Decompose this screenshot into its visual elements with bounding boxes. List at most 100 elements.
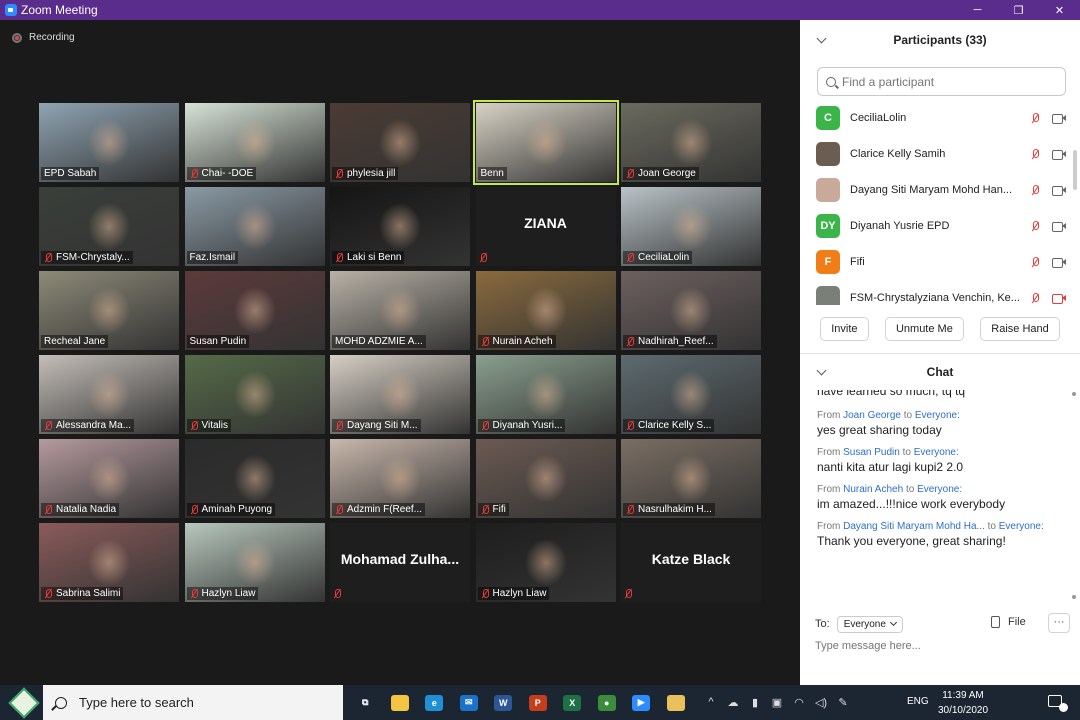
video-tile[interactable]: Nadhirah_Reef... <box>621 271 761 350</box>
invite-button[interactable]: Invite <box>820 317 869 341</box>
video-off-icon[interactable] <box>1052 293 1066 304</box>
tray-icon[interactable]: ▣ <box>766 696 788 709</box>
video-tile[interactable]: MOHD ADZMIE A... <box>330 271 470 350</box>
participant-row[interactable]: FSM-Chrystalyziana Venchin, Ke... <box>800 280 1080 305</box>
muted-mic-icon[interactable] <box>1031 221 1040 232</box>
taskbar-task-view-button[interactable]: ⧉ <box>348 685 383 720</box>
participant-name-label: Sabrina Salimi <box>41 587 124 600</box>
muted-mic-icon[interactable] <box>1031 257 1040 268</box>
video-tile[interactable]: Hazlyn Liaw <box>475 523 616 602</box>
taskbar-search[interactable]: Type here to search <box>43 685 343 720</box>
tray-icon[interactable]: ▮ <box>744 696 766 709</box>
video-tile[interactable]: phylesia jill <box>330 103 470 182</box>
video-tile[interactable]: Adzmin F(Reef... <box>330 439 470 518</box>
close-button[interactable]: ✕ <box>1039 0 1080 20</box>
taskbar-zoom-button[interactable]: ▶ <box>624 685 659 720</box>
message-recipient[interactable]: Everyone: <box>915 410 960 421</box>
raise-hand-button[interactable]: Raise Hand <box>980 317 1060 341</box>
muted-mic-icon[interactable] <box>1031 113 1040 124</box>
video-tile[interactable]: Nasrulhakim H... <box>621 439 761 518</box>
video-tile[interactable]: Recheal Jane <box>39 271 179 350</box>
file-button[interactable]: File <box>991 616 1026 628</box>
message-recipient[interactable]: Everyone: <box>917 484 962 495</box>
more-options-button[interactable]: ··· <box>1048 613 1070 633</box>
start-button[interactable] <box>6 685 42 720</box>
tray-icon[interactable]: ◠ <box>788 696 810 709</box>
taskbar-file-explorer-button[interactable] <box>383 685 418 720</box>
message-sender[interactable]: Dayang Siti Maryam Mohd Ha... <box>843 521 985 532</box>
taskbar-edge-button[interactable]: e <box>417 685 452 720</box>
video-camera-icon[interactable] <box>1052 149 1066 160</box>
message-recipient[interactable]: Everyone: <box>914 447 959 458</box>
video-tile[interactable]: Fifi <box>475 439 616 518</box>
video-tile[interactable]: Nurain Acheh <box>475 271 616 350</box>
participants-header[interactable]: Participants (33) <box>800 21 1080 59</box>
participant-row[interactable]: Clarice Kelly Samih <box>800 136 1080 172</box>
message-sender[interactable]: Nurain Acheh <box>843 484 903 495</box>
maximize-button[interactable]: ❐ <box>998 0 1039 20</box>
video-tile[interactable]: Benn <box>472 100 619 185</box>
taskbar-excel-button[interactable]: X <box>555 685 590 720</box>
taskbar-word-button[interactable]: W <box>486 685 521 720</box>
video-tile[interactable]: Clarice Kelly S... <box>621 355 761 434</box>
video-tile[interactable]: Diyanah Yusri... <box>475 355 616 434</box>
muted-mic-icon[interactable] <box>1031 185 1040 196</box>
recipient-dropdown[interactable]: Everyone <box>836 615 903 633</box>
video-tile[interactable]: Katze Black <box>621 523 761 602</box>
minimize-button[interactable]: ─ <box>957 0 998 20</box>
video-tile[interactable]: Joan George <box>621 103 761 182</box>
video-camera-icon[interactable] <box>1052 257 1066 268</box>
chat-scroll-down[interactable] <box>1072 595 1076 599</box>
participant-row[interactable]: Dayang Siti Maryam Mohd Han... <box>800 172 1080 208</box>
participant-search-input[interactable] <box>842 74 1042 89</box>
video-tile[interactable]: Laki si Benn <box>330 187 470 266</box>
tray-icon[interactable]: ✎ <box>832 696 854 709</box>
video-tile[interactable]: CeciliaLolin <box>621 187 761 266</box>
chevron-down-icon[interactable] <box>816 365 827 376</box>
tray-icon[interactable]: ☁ <box>722 696 744 709</box>
taskbar-files-button[interactable] <box>659 685 694 720</box>
muted-mic-icon[interactable] <box>1031 293 1040 304</box>
video-tile[interactable]: Natalia Nadia <box>39 439 179 518</box>
chat-scroll-up[interactable] <box>1072 392 1076 396</box>
taskbar-mail-button[interactable]: ✉ <box>452 685 487 720</box>
message-sender[interactable]: Joan George <box>843 410 901 421</box>
video-tile[interactable]: FSM-Chrystaly... <box>39 187 179 266</box>
video-camera-icon[interactable] <box>1052 185 1066 196</box>
message-recipient[interactable]: Everyone: <box>999 521 1044 532</box>
video-tile[interactable]: EPD Sabah <box>39 103 179 182</box>
muted-mic-icon[interactable] <box>1031 149 1040 160</box>
tray-icon[interactable]: ^ <box>700 696 722 709</box>
video-tile[interactable]: Dayang Siti M... <box>330 355 470 434</box>
participant-row[interactable]: F Fifi <box>800 244 1080 280</box>
tray-icon[interactable]: ◁) <box>810 696 832 709</box>
chat-message-input[interactable] <box>815 640 1065 652</box>
participants-scrollbar[interactable] <box>1073 150 1077 190</box>
video-tile[interactable]: Vitalis <box>184 355 325 434</box>
taskbar-chrome-button[interactable]: ● <box>590 685 625 720</box>
message-sender[interactable]: Susan Pudin <box>843 447 900 458</box>
video-camera-icon[interactable] <box>1052 113 1066 124</box>
chat-header[interactable]: Chat <box>800 353 1080 391</box>
participant-row[interactable]: DY Diyanah Yusrie EPD <box>800 208 1080 244</box>
system-tray: ^ ☁ ▮ ▣ ◠ ◁) ✎ ENG 11:39 AM 30/10/2020 <box>700 685 1080 720</box>
video-tile[interactable]: Faz.Ismail <box>184 187 325 266</box>
participant-search[interactable] <box>817 67 1066 96</box>
recording-indicator[interactable]: Recording <box>12 32 75 43</box>
participant-row[interactable]: C CeciliaLolin <box>800 100 1080 136</box>
video-tile[interactable]: Sabrina Salimi <box>39 523 179 602</box>
taskbar-powerpoint-button[interactable]: P <box>521 685 556 720</box>
video-tile[interactable]: Hazlyn Liaw <box>184 523 325 602</box>
clock[interactable]: 11:39 AM 30/10/2020 <box>936 688 990 718</box>
video-tile[interactable]: Aminah Puyong <box>184 439 325 518</box>
video-tile[interactable]: Mohamad Zulha... <box>330 523 470 602</box>
language-indicator[interactable]: ENG <box>907 696 929 707</box>
video-camera-icon[interactable] <box>1052 221 1066 232</box>
unmute-me-button[interactable]: Unmute Me <box>884 317 964 341</box>
participant-name: Aminah Puyong <box>201 504 273 515</box>
video-tile[interactable]: Chai- -DOE <box>184 103 325 182</box>
video-tile[interactable]: Susan Pudin <box>184 271 325 350</box>
video-tile[interactable]: Alessandra Ma... <box>39 355 179 434</box>
video-tile[interactable]: ZIANA <box>475 187 616 266</box>
chevron-down-icon[interactable] <box>816 33 827 44</box>
